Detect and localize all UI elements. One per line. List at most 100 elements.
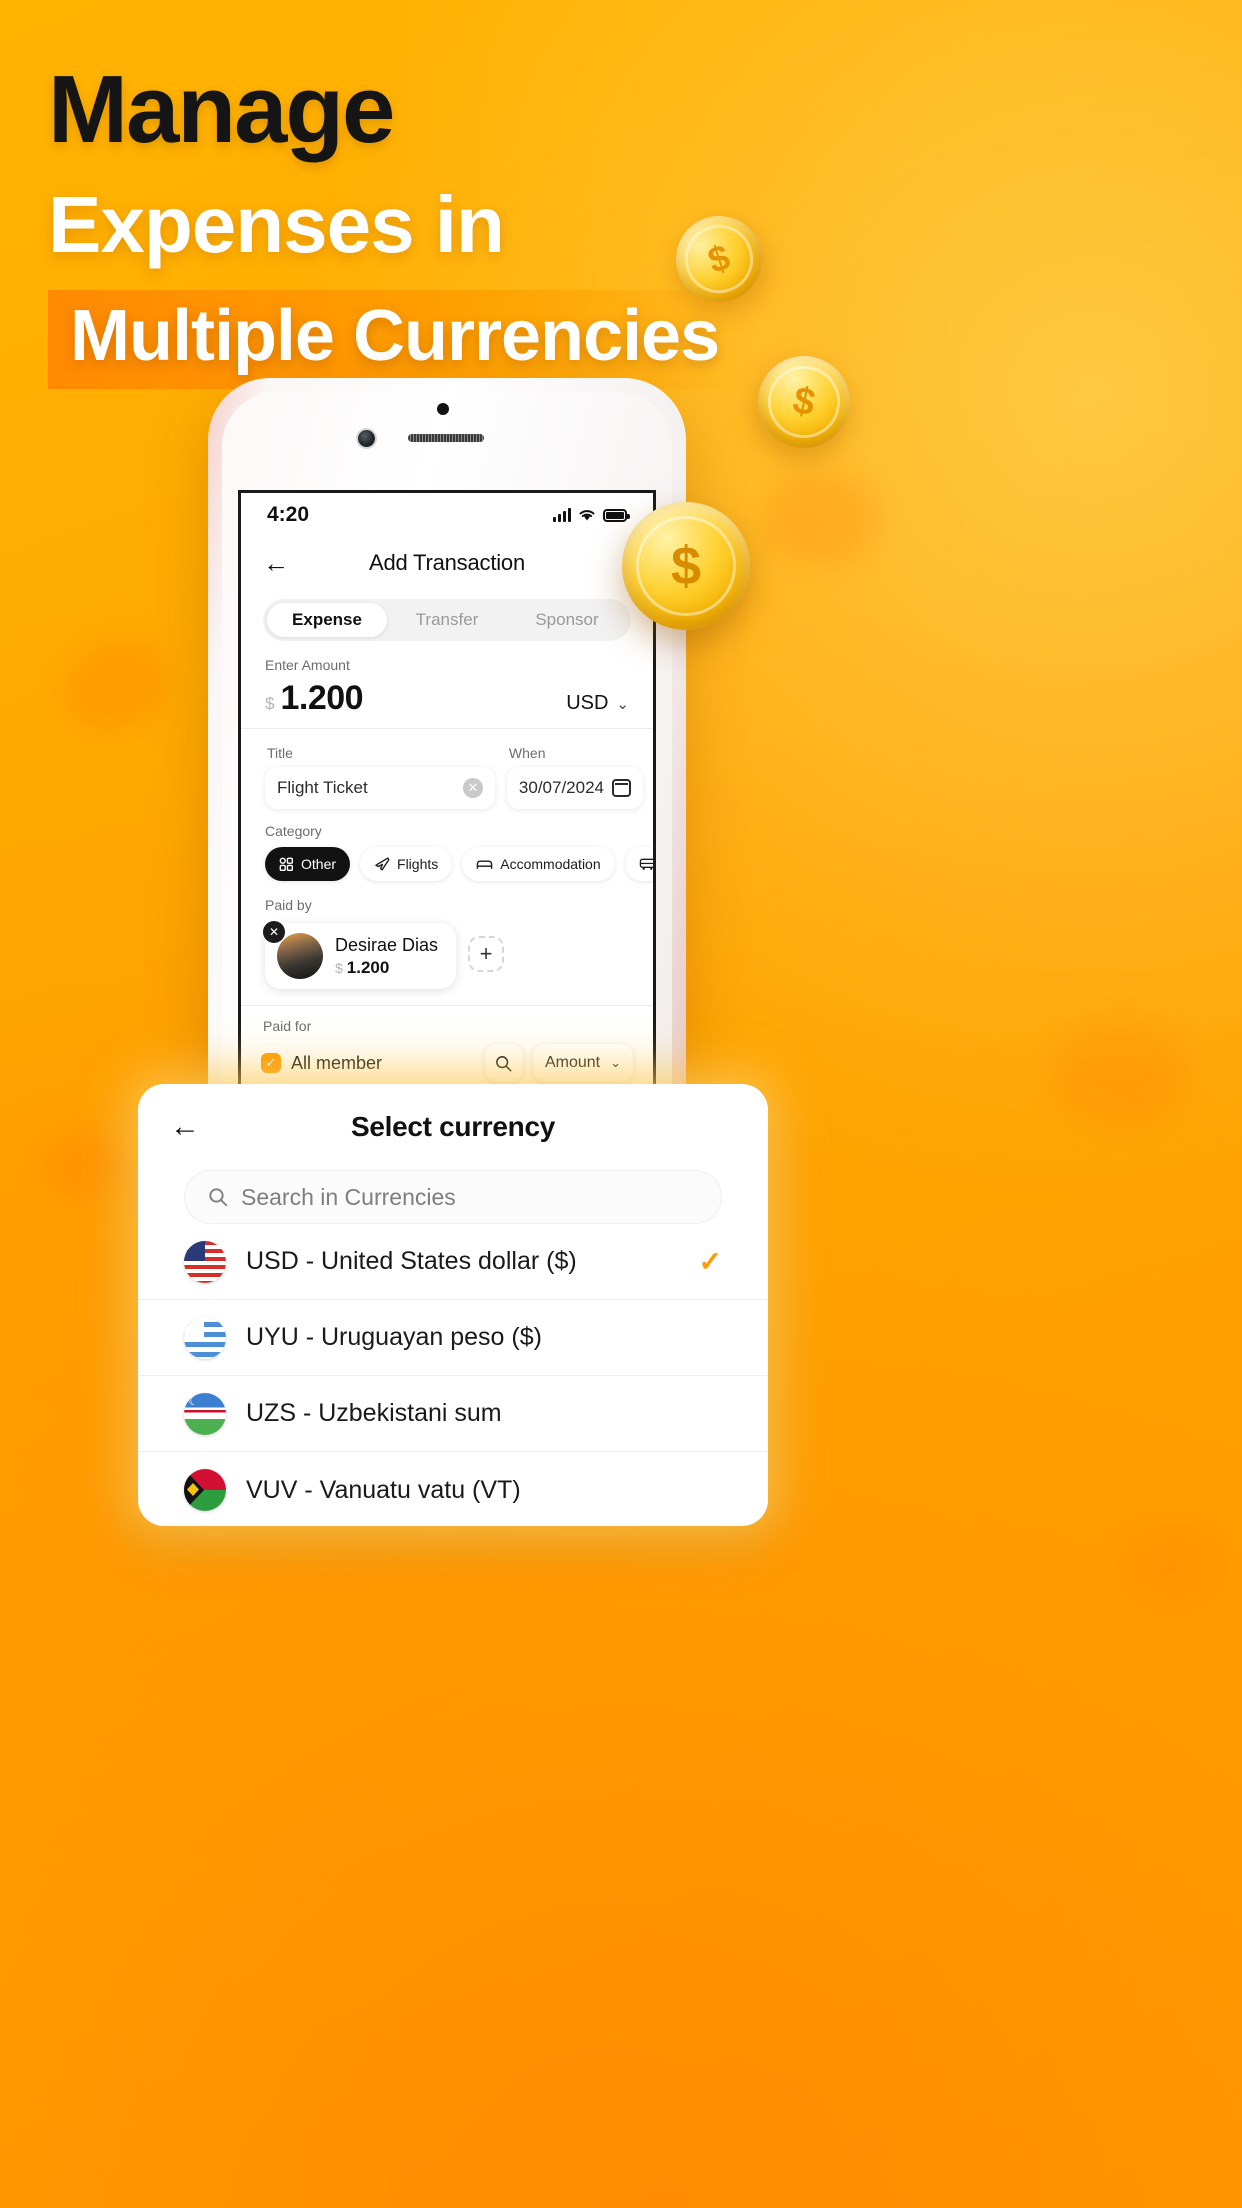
title-value: Flight Ticket bbox=[277, 778, 368, 797]
add-payer-button[interactable]: + bbox=[468, 936, 505, 972]
check-icon: ✓ bbox=[698, 1246, 722, 1277]
currency-list: USD - United States dollar ($) ✓ UYU - U… bbox=[138, 1224, 768, 1528]
amount-currency-symbol: $ bbox=[265, 694, 275, 713]
paid-for-label: Paid for bbox=[263, 1018, 312, 1034]
split-mode-dropdown[interactable]: Amount ⌄ bbox=[532, 1044, 633, 1082]
tab-expense[interactable]: Expense bbox=[267, 603, 387, 637]
title-when-row: Title Flight Ticket ✕ When 30/07/2024 bbox=[241, 745, 653, 809]
currency-label: USD - United States dollar ($) bbox=[246, 1247, 577, 1275]
category-chip-accommodation[interactable]: Accommodation bbox=[462, 847, 615, 881]
payer-info: Desirae Dias $1.200 bbox=[335, 935, 438, 978]
title-field-group: Title Flight Ticket ✕ bbox=[265, 745, 495, 809]
currency-label: VUV - Vanuatu vatu (VT) bbox=[246, 1475, 521, 1504]
coin-symbol: $ bbox=[702, 235, 735, 282]
bed-icon bbox=[476, 860, 493, 869]
background-blob bbox=[46, 620, 184, 750]
tab-transfer[interactable]: Transfer bbox=[387, 603, 507, 637]
currency-code: USD bbox=[566, 692, 609, 714]
search-icon bbox=[209, 1188, 228, 1207]
search-icon bbox=[496, 1055, 512, 1071]
status-bar-icons bbox=[553, 508, 630, 522]
earpiece-speaker-icon bbox=[408, 434, 484, 442]
currency-selector[interactable]: USD ⌄ bbox=[566, 692, 629, 715]
calendar-icon[interactable] bbox=[612, 779, 631, 797]
date-value: 30/07/2024 bbox=[518, 778, 604, 797]
uy-flag-icon bbox=[184, 1316, 226, 1359]
us-flag-icon bbox=[184, 1240, 226, 1283]
headline-line-2: Expenses in bbox=[48, 180, 505, 269]
transaction-type-tabs: Expense Transfer Sponsor bbox=[263, 599, 631, 641]
select-currency-sheet: ← Select currency Search in Currencies U… bbox=[138, 1084, 768, 1526]
amount-section: Enter Amount $ 1.200 USD ⌄ bbox=[241, 657, 653, 729]
all-member-label: All member bbox=[291, 1052, 383, 1073]
app-screen: 4:20 ← Add Transaction Expense Transfer … bbox=[238, 490, 656, 1138]
category-chip-row: Other Flights Accommodation Transport bbox=[241, 847, 653, 881]
when-label: When bbox=[508, 745, 546, 761]
tab-sponsor[interactable]: Sponsor bbox=[507, 603, 627, 637]
payer-currency-symbol: $ bbox=[335, 959, 343, 976]
back-button[interactable]: ← bbox=[263, 550, 289, 576]
all-member-checkbox[interactable]: ✓ bbox=[261, 1053, 281, 1073]
coin-symbol: $ bbox=[670, 536, 702, 596]
category-label: Category bbox=[265, 823, 322, 839]
background-blob bbox=[1050, 1020, 1190, 1130]
chip-label: Flights bbox=[397, 856, 439, 872]
paid-by-row: ✕ Desirae Dias $1.200 + bbox=[263, 919, 653, 989]
remove-payer-button[interactable]: ✕ bbox=[263, 921, 285, 943]
currency-search-input[interactable]: Search in Currencies bbox=[184, 1170, 722, 1224]
currency-label: UYU - Uruguayan peso ($) bbox=[246, 1323, 542, 1351]
search-members-button[interactable] bbox=[484, 1044, 523, 1082]
amount-label: Enter Amount bbox=[265, 657, 350, 673]
list-item[interactable]: VUV - Vanuatu vatu (VT) bbox=[138, 1452, 768, 1528]
list-item[interactable]: UYU - Uruguayan peso ($) bbox=[138, 1300, 768, 1376]
currency-label: UZS - Uzbekistani sum bbox=[246, 1399, 502, 1427]
coin-symbol: $ bbox=[789, 378, 819, 425]
battery-icon bbox=[603, 509, 630, 522]
sheet-title: Select currency bbox=[350, 1111, 556, 1142]
payer-card[interactable]: Desirae Dias $1.200 bbox=[265, 923, 457, 989]
category-chip-transport[interactable]: Transport bbox=[624, 847, 653, 881]
chevron-down-icon: ⌄ bbox=[616, 695, 629, 713]
front-camera-icon bbox=[358, 430, 375, 447]
vu-flag-icon bbox=[184, 1469, 226, 1511]
sheet-header: ← Select currency bbox=[138, 1084, 768, 1170]
proximity-sensor-icon bbox=[437, 403, 449, 415]
headline-line-3: Multiple Currencies bbox=[70, 295, 720, 376]
title-input[interactable]: Flight Ticket ✕ bbox=[265, 767, 495, 809]
section-divider bbox=[241, 1005, 653, 1006]
headline-highlight-band: Multiple Currencies bbox=[48, 289, 742, 390]
sheet-back-button[interactable]: ← bbox=[170, 1112, 200, 1142]
paid-for-row: ✓ All member Amount ⌄ bbox=[241, 1044, 653, 1082]
paid-by-label: Paid by bbox=[265, 897, 312, 913]
when-field-group: When 30/07/2024 bbox=[506, 745, 643, 809]
coin-icon: $ bbox=[622, 502, 750, 630]
list-item[interactable]: UZS - Uzbekistani sum bbox=[138, 1376, 768, 1452]
background-blob bbox=[1120, 1520, 1230, 1610]
list-item[interactable]: USD - United States dollar ($) ✓ bbox=[138, 1224, 768, 1300]
amount-input[interactable]: 1.200 bbox=[280, 679, 363, 718]
category-chip-other[interactable]: Other bbox=[265, 847, 351, 881]
chevron-down-icon: ⌄ bbox=[610, 1055, 621, 1070]
currency-search-placeholder: Search in Currencies bbox=[241, 1183, 456, 1210]
amount-row: $ 1.200 USD ⌄ bbox=[241, 679, 653, 729]
avatar bbox=[277, 933, 323, 979]
payer-name: Desirae Dias bbox=[335, 934, 439, 955]
background-blob bbox=[40, 1130, 130, 1200]
close-icon[interactable]: ✕ bbox=[462, 778, 483, 798]
app-bar: ← Add Transaction bbox=[241, 537, 653, 589]
grid-icon bbox=[279, 857, 294, 871]
bus-icon bbox=[639, 858, 653, 870]
chip-label: Accommodation bbox=[500, 856, 601, 872]
title-label: Title bbox=[267, 745, 293, 761]
status-bar: 4:20 bbox=[241, 493, 653, 537]
date-input[interactable]: 30/07/2024 bbox=[506, 767, 643, 809]
plane-icon bbox=[375, 857, 390, 871]
payer-amount-value: 1.200 bbox=[346, 957, 390, 977]
payer-amount: $1.200 bbox=[335, 958, 438, 978]
chip-label: Other bbox=[301, 856, 337, 872]
paid-by-section: Paid by ✕ Desirae Dias $1.200 + bbox=[241, 897, 653, 989]
promo-headline: Manage Expenses in Multiple Currencies bbox=[48, 62, 948, 390]
wifi-icon bbox=[579, 510, 595, 521]
category-chip-flights[interactable]: Flights bbox=[360, 847, 453, 881]
background-blob bbox=[760, 470, 880, 566]
